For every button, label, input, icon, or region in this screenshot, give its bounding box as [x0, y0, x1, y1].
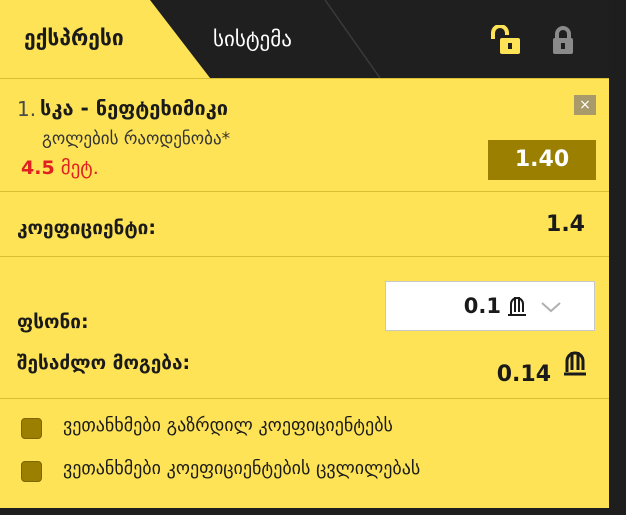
checkbox[interactable] — [21, 418, 42, 439]
divider — [0, 191, 609, 192]
tab-system[interactable]: სისტემა — [213, 27, 292, 51]
bet-market: გოლების რაოდენობა* — [42, 129, 231, 149]
bottom-strip — [0, 508, 626, 515]
checkbox-label: ვეთანხმები კოეფიციენტების ცვლილებას — [63, 458, 421, 479]
possible-win-value: 0.14 — [496, 362, 551, 387]
divider — [0, 256, 609, 257]
bet-selection-unit: მეტ. — [60, 157, 99, 179]
betslip-panel: ექსპრესი სისტემა 1. სკა - ნეფტეხიმიკი გო… — [0, 0, 609, 515]
bet-item: 1. სკა - ნეფტეხიმიკი გოლების რაოდენობა* … — [0, 78, 609, 192]
stake-input[interactable]: 0.1 — [385, 281, 595, 331]
bet-number: 1. — [17, 97, 37, 121]
lock-open-icon[interactable] — [488, 25, 522, 55]
stake-value[interactable]: 0.1 — [464, 294, 501, 318]
coefficient-label: კოეფიციენტი: — [17, 217, 156, 239]
bet-selection-value: 4.5 — [21, 157, 55, 179]
remove-bet-button[interactable]: × — [574, 95, 596, 115]
coefficient-value: 1.4 — [546, 212, 585, 237]
lari-icon — [564, 351, 586, 376]
bet-odd: 1.40 — [488, 140, 596, 180]
checkbox-label: ვეთანხმები გაზრდილ კოეფიციენტებს — [63, 415, 393, 436]
bet-event-title: სკა - ნეფტეხიმიკი — [40, 96, 229, 120]
lari-icon — [508, 297, 526, 316]
possible-win-label: შესაძლო მოგება: — [17, 352, 191, 374]
checkbox[interactable] — [21, 461, 42, 482]
divider — [0, 398, 609, 399]
chevron-down-icon[interactable] — [540, 300, 562, 314]
betslip-tabs: ექსპრესი სისტემა — [0, 0, 609, 78]
stake-label: ფსონი: — [17, 311, 89, 333]
bet-selection: 4.5 მეტ. — [21, 157, 99, 179]
tab-separator — [324, 0, 381, 78]
lock-closed-icon[interactable] — [550, 25, 576, 55]
tab-express[interactable]: ექსპრესი — [0, 0, 210, 78]
side-strip — [609, 0, 626, 515]
tab-express-label: ექსპრესი — [24, 26, 124, 50]
